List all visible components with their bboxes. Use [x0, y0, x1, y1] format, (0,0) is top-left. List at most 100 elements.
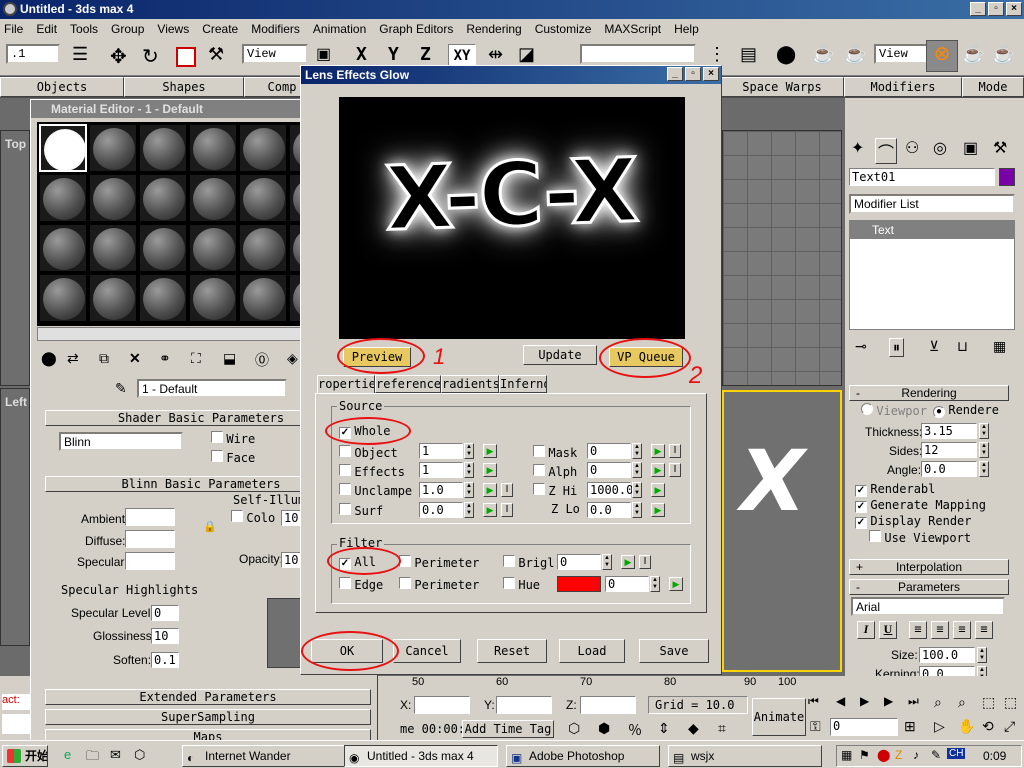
object-map-button[interactable]: ▶: [483, 444, 497, 458]
viewport-top[interactable]: Top: [0, 130, 30, 386]
tab-properties[interactable]: ropertie: [317, 375, 375, 393]
tab-preferences[interactable]: reference: [375, 375, 441, 393]
maxscript-mini-text[interactable]: act:: [2, 694, 30, 710]
zoom-icon[interactable]: ⌕: [934, 694, 942, 711]
menu-create[interactable]: Create: [202, 22, 238, 36]
task-3dsmax[interactable]: ◉ Untitled - 3ds max 4: [344, 745, 498, 767]
task-internet-wander[interactable]: ◐ Internet Wander: [182, 745, 354, 767]
underline-button[interactable]: U: [879, 621, 897, 639]
render-scene-icon[interactable]: ☕: [812, 44, 836, 68]
next-frame-icon[interactable]: ▶: [884, 694, 893, 708]
filter-edge-option[interactable]: Edge: [339, 577, 383, 592]
sample-slot[interactable]: [189, 124, 237, 172]
dialog-close-button[interactable]: ×: [703, 67, 719, 81]
material-name-combo[interactable]: 1 - Default: [137, 379, 287, 398]
italic-button[interactable]: I: [857, 621, 875, 639]
menu-views[interactable]: Views: [157, 22, 189, 36]
angle-snap-icon[interactable]: ⬢: [598, 720, 610, 737]
renderable-checkbox[interactable]: ✓: [855, 485, 867, 497]
angle-field[interactable]: 0.0: [921, 461, 977, 477]
explorer-icon[interactable]: 🗀: [86, 747, 99, 768]
filter-bright-field[interactable]: 0: [557, 554, 601, 570]
rotate-icon[interactable]: ↻: [142, 44, 166, 68]
gen-mapping-checkbox[interactable]: ✓: [855, 501, 867, 513]
mask-field[interactable]: 0: [587, 443, 631, 459]
render-view-combo[interactable]: View: [874, 44, 934, 64]
pin-stack-icon[interactable]: ⊸: [855, 338, 867, 355]
tray-icon-5[interactable]: ♪: [913, 748, 919, 762]
gen-mapping-option[interactable]: ✓ Generate Mapping: [855, 498, 986, 513]
menu-edit[interactable]: Edit: [36, 22, 57, 36]
sample-slot[interactable]: [189, 274, 237, 322]
remove-modifier-icon[interactable]: ⊔: [957, 338, 968, 355]
cancel-button[interactable]: Cancel: [393, 639, 461, 663]
ime-indicator[interactable]: CH: [947, 748, 966, 759]
surface-checkbox[interactable]: [339, 503, 351, 515]
show-map-icon[interactable]: ◈: [287, 350, 298, 367]
sample-slot[interactable]: [139, 124, 187, 172]
effects-channel-icon[interactable]: ⓪: [255, 350, 269, 370]
percent-snap-icon[interactable]: ％: [628, 720, 642, 740]
specular-swatch[interactable]: [125, 552, 175, 570]
sample-slot[interactable]: [239, 224, 287, 272]
zoom-all-icon[interactable]: ⌕: [958, 694, 966, 711]
goto-start-icon[interactable]: ⏮: [808, 694, 819, 709]
sample-slot-1[interactable]: [39, 124, 87, 172]
hue-map-button[interactable]: ▶: [669, 577, 683, 591]
dialog-minimize-button[interactable]: _: [667, 67, 683, 81]
z-hi-field[interactable]: 1000.0: [587, 482, 633, 498]
put-to-scene-icon[interactable]: ⇄: [67, 350, 79, 367]
object-id-spinner[interactable]: ▲ ▼: [464, 443, 474, 459]
mask-invert-button[interactable]: I: [669, 444, 681, 458]
arc-rotate-icon[interactable]: ⟲: [982, 718, 994, 735]
key-icon[interactable]: ⚿: [810, 718, 821, 735]
alpha-option[interactable]: Alph: [533, 464, 577, 479]
filter-bright-map-button[interactable]: ▶: [621, 555, 635, 569]
named-selection-combo[interactable]: [580, 44, 696, 64]
align-left-button[interactable]: ≡: [909, 621, 927, 639]
menu-file[interactable]: File: [4, 22, 23, 36]
effects-id-spinner[interactable]: ▲ ▼: [464, 462, 474, 478]
effects-map-button[interactable]: ▶: [483, 463, 497, 477]
surface-invert-button[interactable]: I: [501, 503, 513, 517]
tray-icon-6[interactable]: ✎: [931, 748, 941, 762]
close-button[interactable]: ×: [1006, 2, 1022, 16]
effects-checkbox[interactable]: [339, 464, 351, 476]
tray-icon-1[interactable]: ▦: [841, 748, 852, 762]
hierarchy-panel-icon[interactable]: ⚇: [905, 138, 919, 158]
renderer-radio[interactable]: ●: [933, 406, 945, 418]
renderer-radio-option[interactable]: ● Rendere: [933, 403, 999, 418]
soften-field[interactable]: 0.1: [151, 652, 179, 668]
align-right-button[interactable]: ≡: [953, 621, 971, 639]
filter-perimeter-option[interactable]: Perimeter: [399, 577, 479, 592]
renderable-option[interactable]: ✓ Renderabl: [855, 482, 935, 497]
sample-slot[interactable]: [239, 124, 287, 172]
tab-modifiers[interactable]: Modifiers: [844, 77, 962, 97]
display-render-checkbox[interactable]: ✓: [855, 517, 867, 529]
time-config-icon[interactable]: ⊞: [904, 718, 916, 735]
interpolation-rollout-header[interactable]: + Interpolation: [849, 559, 1009, 575]
surface-spinner[interactable]: ▲ ▼: [464, 502, 474, 518]
add-time-tag-button[interactable]: Add Time Tag: [462, 720, 554, 738]
unclamped-field[interactable]: 1.0: [419, 482, 463, 498]
make-unique-stack-icon[interactable]: ⊻: [929, 338, 939, 355]
sample-slot[interactable]: [39, 224, 87, 272]
save-button[interactable]: Save: [639, 639, 709, 663]
menu-maxscript[interactable]: MAXScript: [604, 22, 661, 36]
select-manipulate-icon[interactable]: ⚒: [208, 44, 232, 68]
sample-slot[interactable]: [239, 274, 287, 322]
surface-map-button[interactable]: ▶: [483, 503, 497, 517]
maxscript-mini-field[interactable]: [2, 714, 30, 734]
filter-hue-checkbox[interactable]: [503, 577, 515, 589]
sample-slot[interactable]: [239, 174, 287, 222]
pick-material-icon[interactable]: ✎: [115, 380, 127, 397]
alpha-invert-button[interactable]: I: [669, 463, 681, 477]
angle-spinner[interactable]: ▲ ▼: [979, 461, 989, 477]
alpha-field[interactable]: 0: [587, 462, 631, 478]
surface-option[interactable]: Surf: [339, 503, 383, 518]
thickness-spinner[interactable]: ▲ ▼: [979, 423, 989, 439]
lock-icon[interactable]: 🔒: [203, 520, 217, 533]
unclamped-option[interactable]: Unclampe: [339, 483, 412, 498]
make-copy-icon[interactable]: ⚭: [159, 350, 171, 367]
show-end-result-icon[interactable]: ⏸: [889, 338, 904, 357]
